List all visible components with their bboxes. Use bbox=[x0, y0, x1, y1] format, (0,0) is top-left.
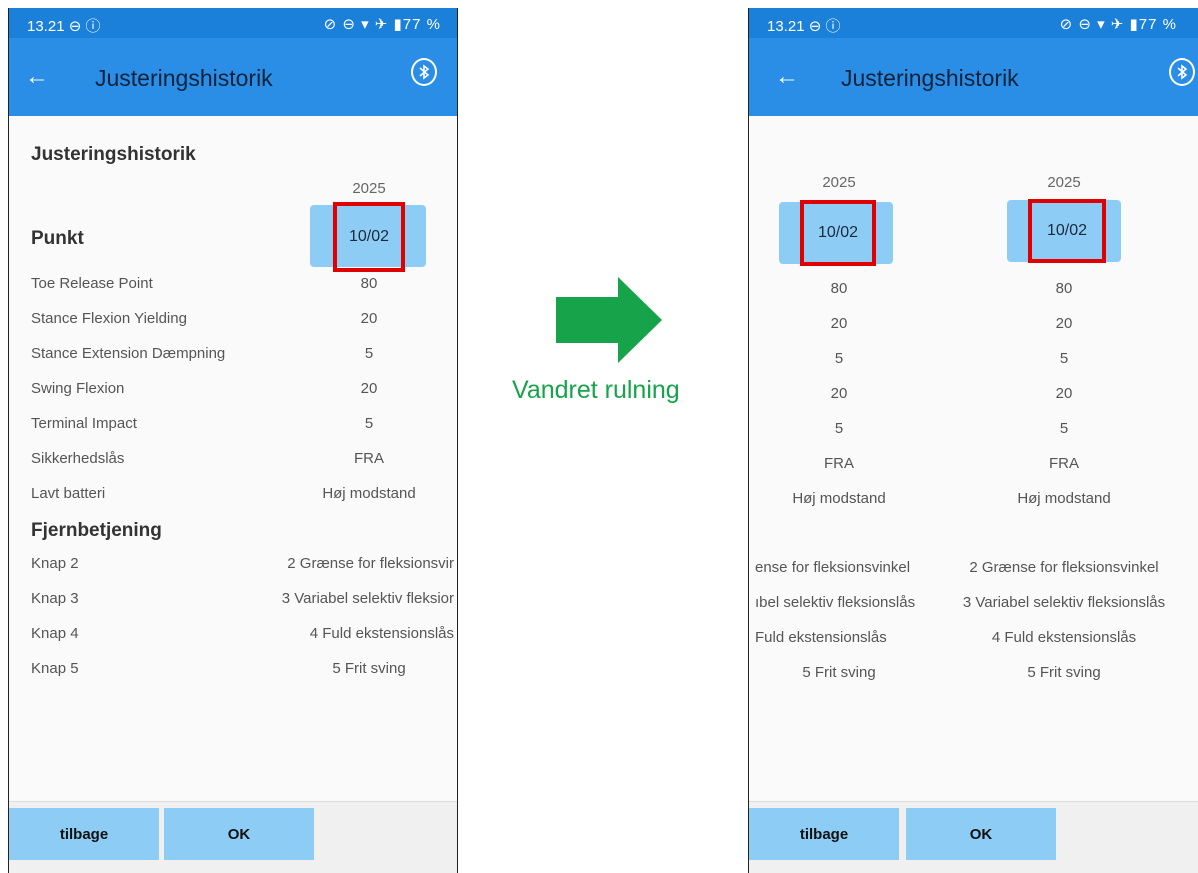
app-bar: ← Justeringshistorik bbox=[749, 38, 1198, 116]
remote-label: Knap 5 bbox=[31, 660, 79, 677]
remote-value: 5 Frit sving bbox=[1027, 664, 1101, 681]
date-highlight[interactable]: 10/02 bbox=[800, 200, 876, 266]
history-content-scrolled[interactable]: 2025 10/02 80 20 5 20 5 FRA Høj modstand… bbox=[749, 116, 1198, 802]
footer-bar: tilbage OK bbox=[749, 801, 1198, 873]
row-value: FRA bbox=[824, 455, 854, 472]
row-value: Høj modstand bbox=[792, 490, 886, 507]
remote-label: Knap 3 bbox=[31, 590, 79, 607]
remote-label: Knap 2 bbox=[31, 555, 79, 572]
row-label: Toe Release Point bbox=[31, 275, 153, 292]
phone-screen-before: 13.21 ⊖ ⓘ ⊘ ⊖ ▾ ✈ ▮77 % ← Justeringshist… bbox=[8, 8, 458, 873]
row-value: 20 bbox=[830, 315, 848, 332]
status-icons: ⊘ ⊖ ▾ ✈ ▮77 % bbox=[323, 16, 441, 33]
back-arrow-icon[interactable]: ← bbox=[775, 65, 799, 89]
row-value: 20 bbox=[360, 310, 378, 327]
row-value: 5 bbox=[1059, 350, 1069, 367]
row-value: 5 bbox=[364, 415, 374, 432]
history-content: Justeringshistorik 2025 Punkt 10/02 Toe … bbox=[9, 116, 457, 802]
row-value: 20 bbox=[1055, 315, 1073, 332]
remote-section-title: Fjernbetjening bbox=[31, 520, 162, 541]
page-title: Justeringshistorik bbox=[841, 65, 1019, 91]
row-label: Lavt batteri bbox=[31, 485, 106, 502]
remote-value: Fuld ekstensionslås bbox=[755, 629, 887, 646]
footer-bar: tilbage OK bbox=[9, 801, 457, 873]
row-value: 20 bbox=[360, 380, 378, 397]
page-title: Justeringshistorik bbox=[95, 65, 273, 91]
remote-value: ıbel selektiv fleksionslås bbox=[755, 594, 916, 611]
ok-button[interactable]: OK bbox=[164, 808, 314, 860]
remote-label: Knap 4 bbox=[31, 625, 79, 642]
remote-value: ense for fleksionsvinkel bbox=[755, 559, 911, 576]
status-bar: 13.21 ⊖ ⓘ ⊘ ⊖ ▾ ✈ ▮77 % bbox=[749, 8, 1198, 38]
phone-screen-after: 13.21 ⊖ ⓘ ⊘ ⊖ ▾ ✈ ▮77 % ← Justeringshist… bbox=[748, 8, 1198, 873]
back-button[interactable]: tilbage bbox=[749, 808, 899, 860]
section-title: Justeringshistorik bbox=[31, 144, 196, 165]
right-arrow-icon bbox=[556, 277, 662, 363]
remote-value: 3 Variabel selektiv fleksionslås bbox=[962, 594, 1166, 611]
remote-value: 3 Variabel selektiv fleksior bbox=[281, 590, 454, 607]
status-time: 13.21 ⊖ ⓘ bbox=[27, 18, 101, 35]
row-value: 80 bbox=[1055, 280, 1073, 297]
remote-value: 5 Frit sving bbox=[802, 664, 876, 681]
row-value: 20 bbox=[1055, 385, 1073, 402]
point-label: Punkt bbox=[31, 228, 84, 249]
ok-button[interactable]: OK bbox=[906, 808, 1056, 860]
row-value: 20 bbox=[830, 385, 848, 402]
row-value: 80 bbox=[360, 275, 378, 292]
remote-value: 5 Frit sving bbox=[332, 660, 406, 677]
year-label: 2025 bbox=[1047, 174, 1081, 191]
scroll-caption: Vandret rulning bbox=[512, 376, 680, 404]
year-label: 2025 bbox=[822, 174, 856, 191]
back-button[interactable]: tilbage bbox=[9, 808, 159, 860]
remote-value: 2 Grænse for fleksionsvir bbox=[287, 555, 454, 572]
status-icons: ⊘ ⊖ ▾ ✈ ▮77 % bbox=[1059, 16, 1177, 33]
remote-value: 4 Fuld ekstensionslås bbox=[991, 629, 1137, 646]
row-value: 5 bbox=[364, 345, 374, 362]
row-label: Terminal Impact bbox=[31, 415, 137, 432]
row-label: Sikkerhedslås bbox=[31, 450, 125, 467]
row-value: FRA bbox=[354, 450, 384, 467]
row-label: Swing Flexion bbox=[31, 380, 125, 397]
row-label: Stance Flexion Yielding bbox=[31, 310, 187, 327]
date-highlight[interactable]: 10/02 bbox=[333, 202, 405, 272]
row-label: Stance Extension Dæmpning bbox=[31, 345, 226, 362]
app-bar: ← Justeringshistorik bbox=[9, 38, 457, 116]
row-value: 5 bbox=[834, 350, 844, 367]
row-value: FRA bbox=[1049, 455, 1079, 472]
remote-value: 2 Grænse for fleksionsvinkel bbox=[969, 559, 1159, 576]
date-highlight[interactable]: 10/02 bbox=[1028, 199, 1106, 263]
bluetooth-icon[interactable] bbox=[1169, 58, 1195, 86]
row-value: Høj modstand bbox=[322, 485, 416, 502]
row-value: 5 bbox=[1059, 420, 1069, 437]
bluetooth-icon[interactable] bbox=[411, 58, 437, 86]
row-value: Høj modstand bbox=[1017, 490, 1111, 507]
year-label: 2025 bbox=[352, 180, 386, 197]
status-time: 13.21 ⊖ ⓘ bbox=[767, 18, 841, 35]
row-value: 5 bbox=[834, 420, 844, 437]
status-bar: 13.21 ⊖ ⓘ ⊘ ⊖ ▾ ✈ ▮77 % bbox=[9, 8, 457, 38]
row-value: 80 bbox=[830, 280, 848, 297]
back-arrow-icon[interactable]: ← bbox=[25, 65, 49, 89]
remote-value: 4 Fuld ekstensionslås bbox=[309, 625, 454, 642]
